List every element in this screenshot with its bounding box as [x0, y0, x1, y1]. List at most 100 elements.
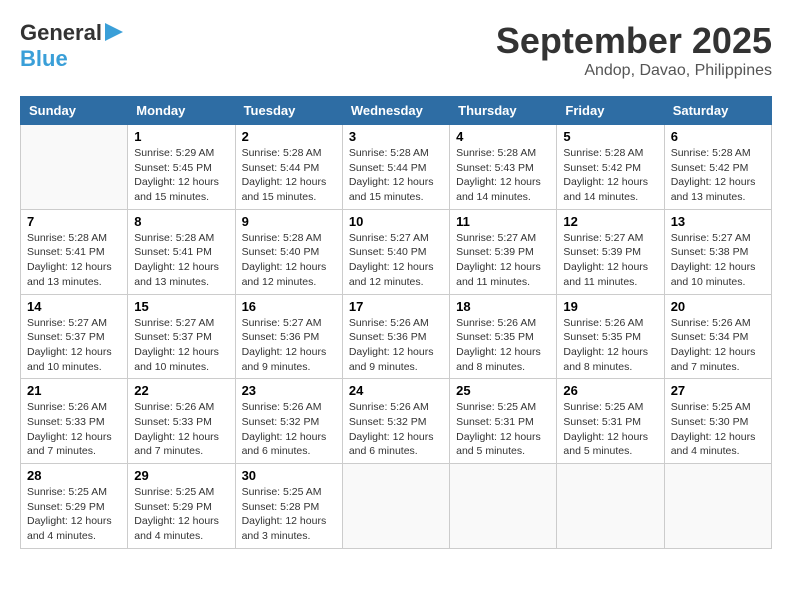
- table-row: 13 Sunrise: 5:27 AM Sunset: 5:38 PM Dayl…: [664, 209, 771, 294]
- col-wednesday: Wednesday: [342, 97, 449, 125]
- day-number: 28: [27, 468, 121, 483]
- table-row: 25 Sunrise: 5:25 AM Sunset: 5:31 PM Dayl…: [450, 379, 557, 464]
- day-info: Sunrise: 5:28 AM Sunset: 5:44 PM Dayligh…: [242, 146, 336, 205]
- day-number: 3: [349, 129, 443, 144]
- table-row: 9 Sunrise: 5:28 AM Sunset: 5:40 PM Dayli…: [235, 209, 342, 294]
- day-info: Sunrise: 5:25 AM Sunset: 5:30 PM Dayligh…: [671, 400, 765, 459]
- day-number: 1: [134, 129, 228, 144]
- day-info: Sunrise: 5:26 AM Sunset: 5:35 PM Dayligh…: [456, 316, 550, 375]
- day-info: Sunrise: 5:26 AM Sunset: 5:34 PM Dayligh…: [671, 316, 765, 375]
- day-number: 19: [563, 299, 657, 314]
- table-row: 4 Sunrise: 5:28 AM Sunset: 5:43 PM Dayli…: [450, 125, 557, 210]
- col-monday: Monday: [128, 97, 235, 125]
- table-row: 26 Sunrise: 5:25 AM Sunset: 5:31 PM Dayl…: [557, 379, 664, 464]
- table-row: 23 Sunrise: 5:26 AM Sunset: 5:32 PM Dayl…: [235, 379, 342, 464]
- table-row: 18 Sunrise: 5:26 AM Sunset: 5:35 PM Dayl…: [450, 294, 557, 379]
- calendar-week-row: 21 Sunrise: 5:26 AM Sunset: 5:33 PM Dayl…: [21, 379, 772, 464]
- day-number: 29: [134, 468, 228, 483]
- table-row: 7 Sunrise: 5:28 AM Sunset: 5:41 PM Dayli…: [21, 209, 128, 294]
- day-number: 14: [27, 299, 121, 314]
- day-number: 8: [134, 214, 228, 229]
- day-number: 7: [27, 214, 121, 229]
- table-row: 22 Sunrise: 5:26 AM Sunset: 5:33 PM Dayl…: [128, 379, 235, 464]
- day-info: Sunrise: 5:27 AM Sunset: 5:37 PM Dayligh…: [134, 316, 228, 375]
- table-row: 12 Sunrise: 5:27 AM Sunset: 5:39 PM Dayl…: [557, 209, 664, 294]
- day-info: Sunrise: 5:28 AM Sunset: 5:41 PM Dayligh…: [134, 231, 228, 290]
- table-row: 21 Sunrise: 5:26 AM Sunset: 5:33 PM Dayl…: [21, 379, 128, 464]
- table-row: 3 Sunrise: 5:28 AM Sunset: 5:44 PM Dayli…: [342, 125, 449, 210]
- day-info: Sunrise: 5:26 AM Sunset: 5:33 PM Dayligh…: [134, 400, 228, 459]
- table-row: 16 Sunrise: 5:27 AM Sunset: 5:36 PM Dayl…: [235, 294, 342, 379]
- day-info: Sunrise: 5:28 AM Sunset: 5:43 PM Dayligh…: [456, 146, 550, 205]
- day-info: Sunrise: 5:28 AM Sunset: 5:40 PM Dayligh…: [242, 231, 336, 290]
- day-number: 17: [349, 299, 443, 314]
- day-info: Sunrise: 5:26 AM Sunset: 5:35 PM Dayligh…: [563, 316, 657, 375]
- day-info: Sunrise: 5:28 AM Sunset: 5:44 PM Dayligh…: [349, 146, 443, 205]
- day-info: Sunrise: 5:27 AM Sunset: 5:40 PM Dayligh…: [349, 231, 443, 290]
- table-row: [450, 464, 557, 549]
- day-number: 18: [456, 299, 550, 314]
- day-number: 16: [242, 299, 336, 314]
- day-info: Sunrise: 5:27 AM Sunset: 5:39 PM Dayligh…: [456, 231, 550, 290]
- calendar-header-row: Sunday Monday Tuesday Wednesday Thursday…: [21, 97, 772, 125]
- table-row: 1 Sunrise: 5:29 AM Sunset: 5:45 PM Dayli…: [128, 125, 235, 210]
- table-row: 15 Sunrise: 5:27 AM Sunset: 5:37 PM Dayl…: [128, 294, 235, 379]
- day-number: 5: [563, 129, 657, 144]
- day-info: Sunrise: 5:27 AM Sunset: 5:39 PM Dayligh…: [563, 231, 657, 290]
- table-row: 11 Sunrise: 5:27 AM Sunset: 5:39 PM Dayl…: [450, 209, 557, 294]
- calendar-week-row: 14 Sunrise: 5:27 AM Sunset: 5:37 PM Dayl…: [21, 294, 772, 379]
- day-number: 12: [563, 214, 657, 229]
- logo-arrow-icon: [105, 23, 123, 46]
- day-info: Sunrise: 5:25 AM Sunset: 5:29 PM Dayligh…: [27, 485, 121, 544]
- day-number: 23: [242, 383, 336, 398]
- table-row: 2 Sunrise: 5:28 AM Sunset: 5:44 PM Dayli…: [235, 125, 342, 210]
- col-friday: Friday: [557, 97, 664, 125]
- calendar-week-row: 28 Sunrise: 5:25 AM Sunset: 5:29 PM Dayl…: [21, 464, 772, 549]
- table-row: [342, 464, 449, 549]
- day-info: Sunrise: 5:29 AM Sunset: 5:45 PM Dayligh…: [134, 146, 228, 205]
- table-row: 27 Sunrise: 5:25 AM Sunset: 5:30 PM Dayl…: [664, 379, 771, 464]
- location: Andop, Davao, Philippines: [496, 62, 772, 80]
- day-number: 4: [456, 129, 550, 144]
- table-row: 17 Sunrise: 5:26 AM Sunset: 5:36 PM Dayl…: [342, 294, 449, 379]
- logo-general: General: [20, 20, 102, 46]
- day-info: Sunrise: 5:26 AM Sunset: 5:33 PM Dayligh…: [27, 400, 121, 459]
- day-number: 20: [671, 299, 765, 314]
- page-header: General Blue September 2025 Andop, Davao…: [20, 20, 772, 80]
- day-info: Sunrise: 5:26 AM Sunset: 5:32 PM Dayligh…: [242, 400, 336, 459]
- col-tuesday: Tuesday: [235, 97, 342, 125]
- day-info: Sunrise: 5:25 AM Sunset: 5:28 PM Dayligh…: [242, 485, 336, 544]
- day-number: 30: [242, 468, 336, 483]
- table-row: 14 Sunrise: 5:27 AM Sunset: 5:37 PM Dayl…: [21, 294, 128, 379]
- table-row: 28 Sunrise: 5:25 AM Sunset: 5:29 PM Dayl…: [21, 464, 128, 549]
- day-number: 26: [563, 383, 657, 398]
- day-info: Sunrise: 5:25 AM Sunset: 5:31 PM Dayligh…: [456, 400, 550, 459]
- day-number: 2: [242, 129, 336, 144]
- table-row: [557, 464, 664, 549]
- day-number: 21: [27, 383, 121, 398]
- table-row: 10 Sunrise: 5:27 AM Sunset: 5:40 PM Dayl…: [342, 209, 449, 294]
- table-row: 6 Sunrise: 5:28 AM Sunset: 5:42 PM Dayli…: [664, 125, 771, 210]
- calendar-week-row: 1 Sunrise: 5:29 AM Sunset: 5:45 PM Dayli…: [21, 125, 772, 210]
- day-number: 13: [671, 214, 765, 229]
- day-number: 10: [349, 214, 443, 229]
- title-block: September 2025 Andop, Davao, Philippines: [496, 20, 772, 80]
- day-number: 6: [671, 129, 765, 144]
- table-row: 24 Sunrise: 5:26 AM Sunset: 5:32 PM Dayl…: [342, 379, 449, 464]
- calendar-table: Sunday Monday Tuesday Wednesday Thursday…: [20, 96, 772, 549]
- col-sunday: Sunday: [21, 97, 128, 125]
- col-saturday: Saturday: [664, 97, 771, 125]
- day-info: Sunrise: 5:27 AM Sunset: 5:36 PM Dayligh…: [242, 316, 336, 375]
- table-row: 29 Sunrise: 5:25 AM Sunset: 5:29 PM Dayl…: [128, 464, 235, 549]
- day-info: Sunrise: 5:26 AM Sunset: 5:36 PM Dayligh…: [349, 316, 443, 375]
- col-thursday: Thursday: [450, 97, 557, 125]
- table-row: 5 Sunrise: 5:28 AM Sunset: 5:42 PM Dayli…: [557, 125, 664, 210]
- table-row: [664, 464, 771, 549]
- day-number: 22: [134, 383, 228, 398]
- day-number: 15: [134, 299, 228, 314]
- day-info: Sunrise: 5:25 AM Sunset: 5:31 PM Dayligh…: [563, 400, 657, 459]
- logo-blue: Blue: [20, 46, 68, 71]
- day-number: 11: [456, 214, 550, 229]
- day-info: Sunrise: 5:25 AM Sunset: 5:29 PM Dayligh…: [134, 485, 228, 544]
- day-info: Sunrise: 5:28 AM Sunset: 5:42 PM Dayligh…: [563, 146, 657, 205]
